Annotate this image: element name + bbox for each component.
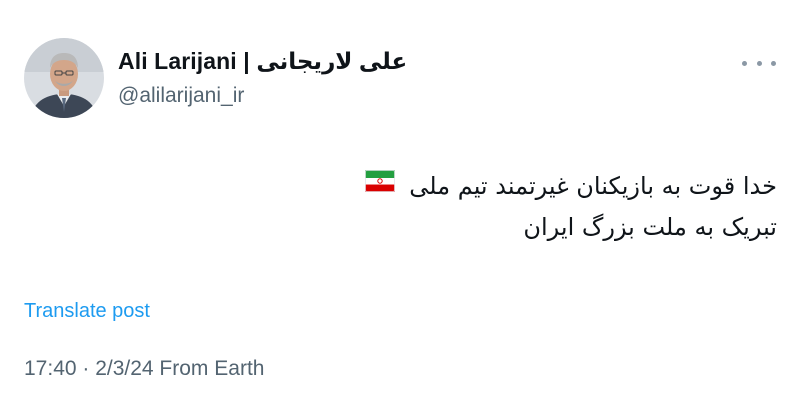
post-timestamp[interactable]: 17:40 · 2/3/24 From Earth <box>24 357 264 381</box>
avatar[interactable] <box>24 38 104 118</box>
profile-photo-icon <box>24 38 104 118</box>
translate-post-link[interactable]: Translate post <box>24 300 150 323</box>
author-handle[interactable]: @alilarijani_ir <box>118 84 244 108</box>
post-line-1-text: خدا قوت به بازیکنان غیرتمند تیم ملی <box>409 172 777 200</box>
more-options-icon-dot <box>756 60 762 66</box>
post-line-1: خدا قوت به بازیکنان غیرتمند تیم ملی <box>217 166 777 207</box>
more-options-button[interactable] <box>742 56 776 70</box>
more-options-icon-dot <box>771 60 776 66</box>
iran-flag-icon <box>365 164 396 204</box>
post-line-2: تبریک به ملت بزرگ ایران <box>523 213 777 241</box>
display-name[interactable]: Ali Larijani | علی لاریجانی <box>118 48 407 75</box>
more-options-icon <box>742 60 747 66</box>
author-name-row[interactable]: Ali Larijani | علی لاریجانی <box>118 46 407 76</box>
post-text: خدا قوت به بازیکنان غیرتمند تیم ملی تبری… <box>217 166 777 247</box>
